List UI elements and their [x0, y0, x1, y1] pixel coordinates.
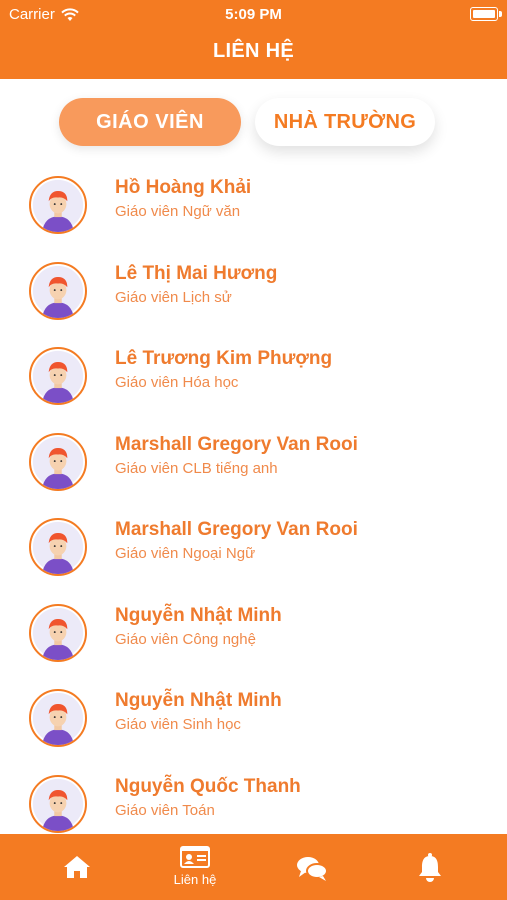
contact-role: Giáo viên Lịch sử: [115, 288, 232, 306]
contact-row[interactable]: Nguyễn Quốc Thanh Giáo viên Toán: [0, 759, 507, 845]
contact-row[interactable]: Marshall Gregory Van Rooi Giáo viên CLB …: [0, 417, 507, 503]
clock: 5:09 PM: [225, 6, 282, 23]
tab-label: Liên hệ: [173, 872, 217, 887]
tab-home[interactable]: [27, 834, 127, 900]
contact-name: Nguyễn Nhật Minh: [115, 690, 282, 711]
contact-role: Giáo viên Toán: [115, 801, 215, 819]
chat-icon: [297, 857, 328, 881]
tab-school[interactable]: NHÀ TRƯỜNG: [255, 98, 435, 146]
tab-chat[interactable]: [262, 834, 362, 900]
contact-role: Giáo viên Hóa học: [115, 374, 239, 391]
contact-role: Giáo viên Sinh học: [115, 716, 241, 733]
person-icon: [32, 179, 84, 232]
contact-role: Giáo viên Công nghệ: [115, 630, 256, 648]
person-icon: [32, 350, 84, 403]
avatar: [29, 347, 87, 405]
avatar: [29, 261, 87, 320]
person-icon: [32, 692, 84, 745]
contact-row[interactable]: Marshall Gregory Van Rooi Giáo viên Ngoạ…: [0, 502, 507, 588]
contact-name: Lê Trương Kim Phượng: [115, 348, 333, 369]
contact-role: Giáo viên Ngữ văn: [115, 203, 241, 220]
contact-row[interactable]: Lê Thị Mai Hương Giáo viên Lịch sử: [0, 246, 507, 332]
contact-name: Nguyễn Nhật Minh: [115, 604, 282, 626]
contact-card-icon: [180, 846, 210, 868]
contact-row[interactable]: Nguyễn Nhật Minh Giáo viên Sinh học: [0, 673, 507, 759]
avatar: [29, 518, 87, 576]
avatar: [29, 432, 87, 491]
navigation-bar: Carrier 5:09 PM LIÊN HỆ: [0, 0, 507, 79]
contact-name: Marshall Gregory Van Rooi: [115, 433, 358, 455]
person-icon: [32, 436, 84, 489]
contact-name: Hồ Hoàng Khải: [115, 177, 252, 198]
person-icon: [32, 778, 84, 831]
contact-role: Giáo viên Ngoại Ngữ: [115, 545, 256, 562]
contact-name: Nguyễn Quốc Thanh: [115, 775, 301, 797]
avatar: [29, 774, 87, 833]
bell-icon: [419, 853, 441, 882]
home-icon: [64, 856, 90, 878]
contact-row[interactable]: Hồ Hoàng Khải Giáo viên Ngữ văn: [0, 160, 507, 246]
contact-name: Lê Thị Mai Hương: [115, 262, 278, 284]
contact-role: Giáo viên CLB tiếng anh: [115, 459, 278, 477]
person-icon: [32, 521, 84, 574]
tab-notifications[interactable]: [380, 834, 480, 900]
contact-row[interactable]: Nguyễn Nhật Minh Giáo viên Công nghệ: [0, 588, 507, 674]
battery-icon: [470, 7, 502, 21]
avatar: [29, 689, 87, 747]
contact-row[interactable]: Lê Trương Kim Phượng Giáo viên Hóa học: [0, 331, 507, 417]
person-icon: [32, 265, 84, 318]
person-icon: [32, 607, 84, 660]
status-bar: Carrier 5:09 PM: [0, 0, 507, 28]
avatar: [29, 176, 87, 234]
avatar: [29, 603, 87, 662]
tab-teachers[interactable]: GIÁO VIÊN: [59, 98, 241, 146]
contact-name: Marshall Gregory Van Rooi: [115, 519, 358, 540]
page-title: LIÊN HỆ: [213, 40, 294, 62]
tab-bar: Liên hệ: [0, 834, 507, 900]
tab-contacts[interactable]: Liên hệ: [145, 834, 245, 900]
contact-list: Hồ Hoàng Khải Giáo viên Ngữ văn Lê Thị M…: [0, 160, 507, 844]
